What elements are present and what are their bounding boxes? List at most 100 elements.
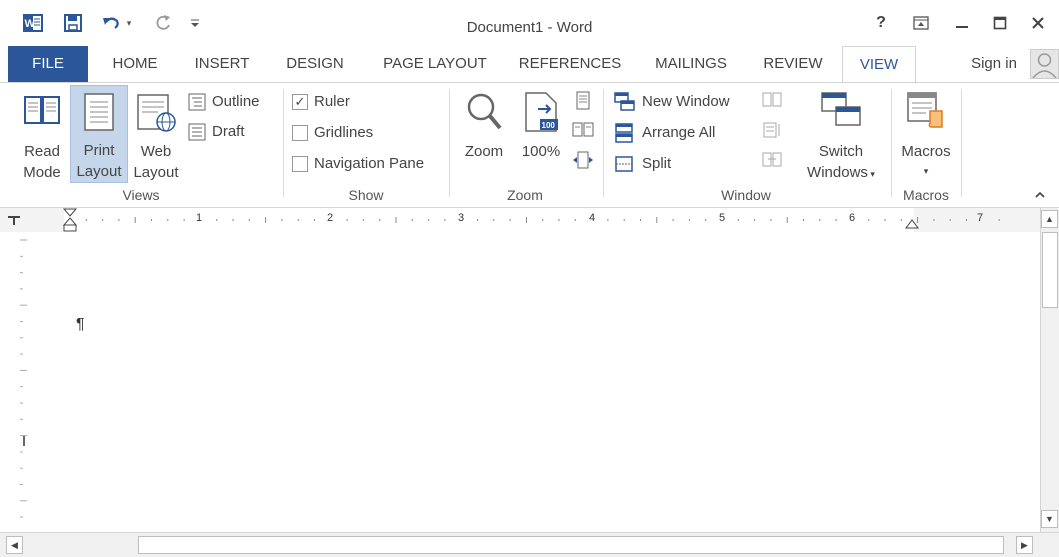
web-layout-icon [137,94,176,132]
window-title: Document1 - Word [466,19,593,36]
ruler-check-icon: ✓ [292,94,308,110]
ruler-number: 5 [719,212,726,224]
group-divider [283,89,284,197]
paragraph-mark[interactable]: ¶ [76,316,85,334]
horizontal-scrollbar[interactable]: ◀ ▶ [0,532,1059,557]
ribbon-display-options-icon[interactable] [912,12,930,34]
tab-view[interactable]: VIEW [842,46,916,83]
zoom-100-label: 100% [521,143,561,160]
read-mode-icon [24,96,60,124]
right-indent-marker[interactable] [904,216,920,232]
ruler-checkbox[interactable]: ✓ Ruler [292,89,350,115]
collapse-ribbon-icon[interactable] [1034,187,1048,203]
reset-window-position-icon[interactable] [762,151,784,173]
read-mode-label: Read Mode [23,143,61,181]
zoom-button[interactable]: Zoom [458,89,510,179]
split-button[interactable]: Split [614,151,671,177]
outline-icon [188,93,206,111]
vertical-scrollbar[interactable]: ▲ ▼ [1040,208,1059,532]
maximize-icon[interactable] [992,12,1008,34]
tab-insert[interactable]: INSERT [188,46,256,82]
scroll-left-icon[interactable]: ◀ [6,536,23,554]
show-group-label: Show [348,187,384,203]
new-window-label: New Window [642,93,730,110]
new-window-icon [614,92,635,111]
gridlines-check-box [292,125,308,141]
ruler-number: 3 [458,212,465,224]
arrange-all-button[interactable]: Arrange All [614,120,715,146]
switch-windows-label: Switch Windows ▾ [807,143,875,181]
first-line-indent-marker[interactable] [62,208,78,232]
vertical-ruler[interactable] [0,232,40,532]
ruler-number: 6 [849,212,856,224]
ruler-label: Ruler [314,93,350,110]
macros-icon [907,92,943,128]
ruler-number: 2 [327,212,334,224]
group-divider [961,89,962,197]
window-group-label: Window [721,187,771,203]
draft-button[interactable]: Draft [188,119,245,145]
gridlines-label: Gridlines [314,124,374,141]
avatar[interactable] [1030,49,1059,79]
one-page-icon[interactable] [574,91,596,113]
vertical-scroll-thumb[interactable] [1042,232,1058,308]
zoom-100-button[interactable]: 100 100% [516,89,566,179]
gridlines-checkbox[interactable]: Gridlines [292,120,373,146]
tab-page-layout[interactable]: PAGE LAYOUT [374,46,496,82]
zoom-label: Zoom [464,143,504,160]
zoom-100-icon-text: 100 [542,121,556,130]
print-layout-button[interactable]: Print Layout [70,85,128,183]
sign-in-link[interactable]: Sign in [962,46,1026,82]
macros-dropdown-icon[interactable]: ▾ [896,161,956,182]
group-divider [891,89,892,197]
tab-design[interactable]: DESIGN [280,46,350,82]
draft-label: Draft [212,123,245,140]
ribbon-tabs: FILE HOME INSERT DESIGN PAGE LAYOUT REFE… [0,46,1059,83]
tab-mailings[interactable]: MAILINGS [646,46,736,82]
arrange-all-label: Arrange All [642,124,716,141]
outline-label: Outline [212,93,260,110]
synchronous-scrolling-icon[interactable] [762,121,784,143]
navigation-pane-check-box [292,156,308,172]
views-group-label: Views [122,187,160,203]
tab-review[interactable]: REVIEW [760,46,826,82]
scroll-up-icon[interactable]: ▲ [1041,210,1058,228]
tab-file[interactable]: FILE [8,46,88,82]
new-window-button[interactable]: New Window [614,89,730,115]
print-layout-label: Print Layout [76,142,122,180]
tab-home[interactable]: HOME [104,46,166,82]
zoom-magnifier-icon [467,93,502,130]
web-layout-button[interactable]: Web Layout [130,89,182,181]
macros-button[interactable]: Macros ▾ [896,89,956,181]
ruler-ticks [85,217,1000,223]
scroll-down-icon[interactable]: ▼ [1041,510,1058,528]
ribbon: Read Mode Print Layout Web Layout Outline D… [0,82,1059,208]
arrange-all-icon [615,123,633,143]
document-area[interactable]: ¶ [0,232,1040,532]
ruler-number: 4 [589,212,596,224]
close-icon[interactable] [1030,12,1046,34]
tab-references[interactable]: REFERENCES [518,46,622,82]
help-icon[interactable]: ? [873,12,889,34]
outline-button[interactable]: Outline [188,89,260,115]
zoom-100-icon: 100 [525,92,558,132]
navigation-pane-label: Navigation Pane [314,155,425,172]
horizontal-scroll-thumb[interactable] [138,536,1004,554]
horizontal-ruler[interactable]: 1 2 3 4 5 6 7 [0,208,1040,233]
group-divider [449,89,450,197]
web-layout-label: Web Layout [133,143,179,181]
navigation-pane-checkbox[interactable]: Navigation Pane [292,151,424,177]
switch-windows-icon [821,92,861,126]
split-icon [615,156,633,172]
macros-label: Macros [901,143,951,160]
switch-windows-button[interactable]: Switch Windows ▾ [796,89,886,181]
view-side-by-side-icon[interactable] [762,91,784,113]
minimize-icon[interactable] [954,12,970,34]
scroll-right-icon[interactable]: ▶ [1016,536,1033,554]
page-width-icon[interactable] [572,151,596,173]
ruler-number: 1 [196,212,203,224]
title-bar: W ▾ Document1 - Word ? [0,0,1059,42]
multiple-pages-icon[interactable] [572,121,596,143]
read-mode-button[interactable]: Read Mode [18,89,68,181]
ruler-number: 7 [977,212,984,224]
